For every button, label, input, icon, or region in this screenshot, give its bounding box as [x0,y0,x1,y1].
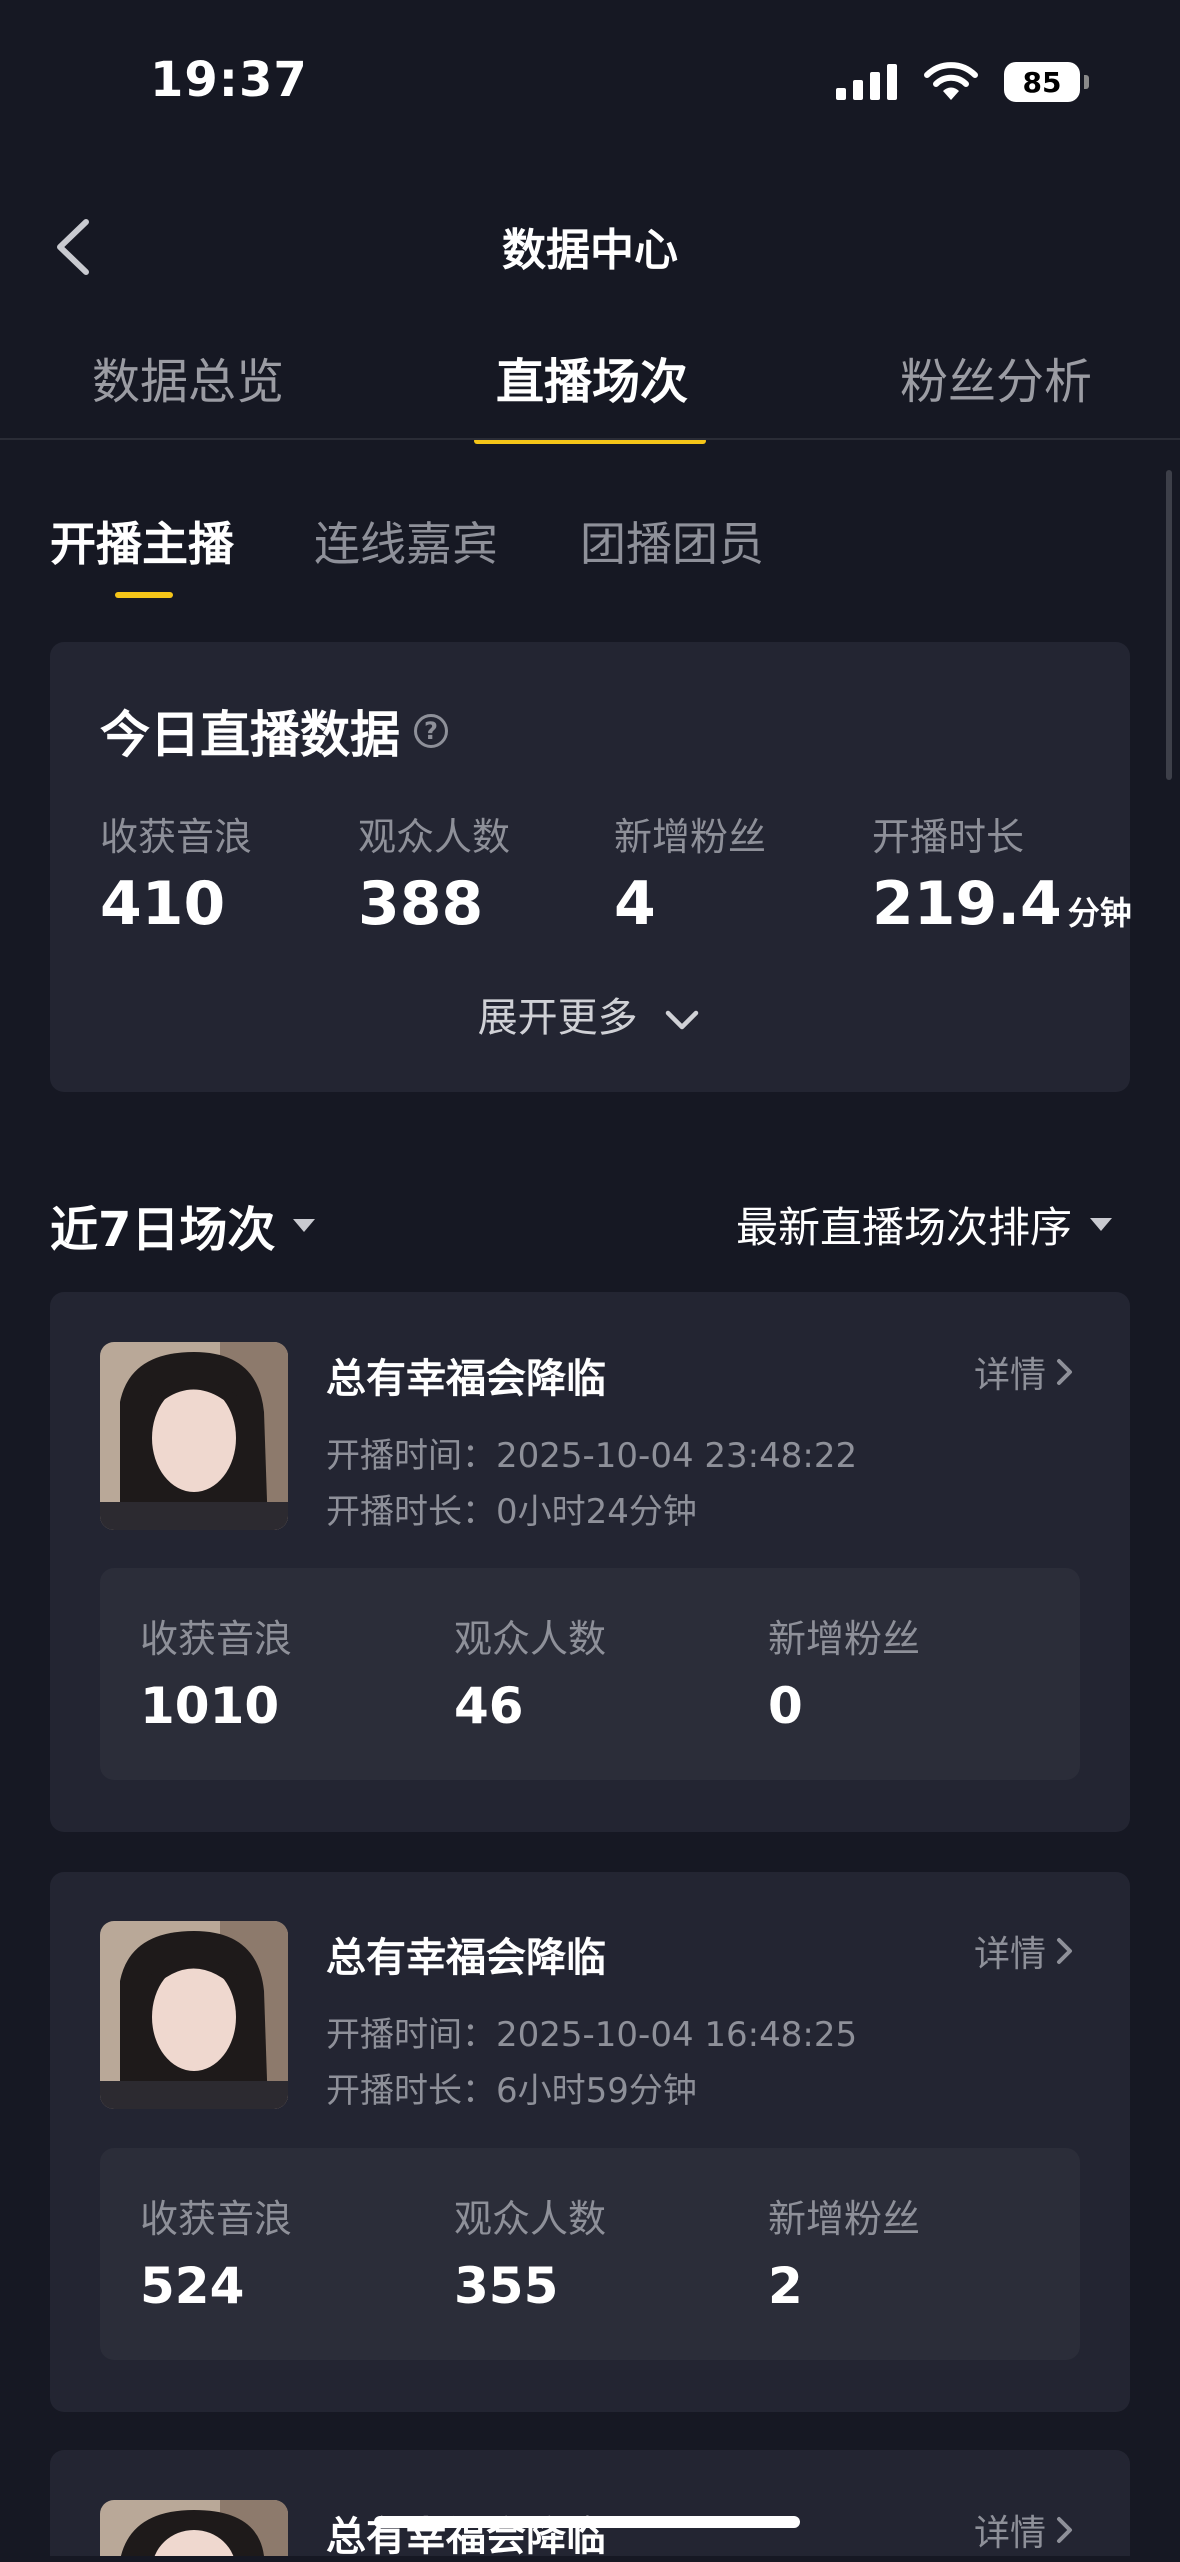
detail-label: 详情 [973,1355,1046,1396]
stat-value: 0 [768,1677,803,1735]
today-title-text: 今日直播数据 [100,706,400,764]
sort-label: 最新直播场次排序 [735,1203,1072,1252]
stat-value: 524 [140,2257,245,2315]
tab-divider [0,438,1180,440]
stat-unit: 分钟 [1067,894,1132,932]
session-detail-link[interactable]: 详情 [974,2504,1074,2556]
chevron-right-icon [1057,1359,1072,1385]
page-title: 数据中心 [502,225,678,276]
stat-new-fans: 新增粉丝 4 [614,806,766,939]
stat-label: 观众人数 [454,1617,607,1661]
wifi-icon [924,62,978,100]
stat-label: 收获音浪 [140,1617,293,1661]
session-stat-viewers: 观众人数 46 [454,1608,606,1735]
detail-label: 详情 [973,2513,1046,2554]
dropdown-triangle-icon [1090,1218,1112,1231]
tab-overview[interactable]: 数据总览 [92,342,284,412]
active-subtab-indicator [115,592,173,598]
detail-label: 详情 [973,1934,1046,1975]
tab-fan-analysis[interactable]: 粉丝分析 [900,342,1092,412]
avatar-image [100,1921,288,2109]
stat-label: 新增粉丝 [768,1617,921,1661]
today-stats-title: 今日直播数据 ? [100,695,448,767]
stat-label: 观众人数 [358,815,511,859]
avatar [100,1921,288,2109]
session-duration: 开播时长：0小时24分钟 [326,1492,697,1532]
stat-value: 46 [454,1677,524,1735]
cellular-signal-icon [836,64,897,100]
avatar-image [100,2500,288,2556]
avatar [100,2500,288,2556]
home-indicator[interactable] [374,2516,800,2528]
stat-value: 388 [358,869,484,939]
scrollbar[interactable] [1166,470,1172,780]
session-name: 总有幸福会降临 [326,2514,606,2560]
date-range-filter[interactable]: 近7日场次 [50,1190,316,1260]
stat-value: 4 [614,869,656,939]
battery-indicator: 85 [1004,62,1089,102]
session-stat-diamonds: 收获音浪 524 [140,2188,292,2315]
subtab-host[interactable]: 开播主播 [50,508,234,574]
session-stat-new-fans: 新增粉丝 0 [768,1608,920,1735]
status-time: 19:37 [150,52,308,108]
session-stat-diamonds: 收获音浪 1010 [140,1608,292,1735]
session-detail-link[interactable]: 详情 [974,1925,1074,1977]
stat-value: 355 [454,2257,559,2315]
chevron-right-icon [1057,1938,1072,1964]
avatar-image [100,1342,288,1530]
session-name: 总有幸福会降临 [326,1356,606,1402]
tab-live-sessions[interactable]: 直播场次 [496,342,688,412]
main-tabs: 数据总览 直播场次 粉丝分析 [0,342,1180,444]
expand-more-button[interactable]: 展开更多 [0,985,1180,1043]
status-icons: 85 [836,62,1089,102]
stat-label: 新增粉丝 [614,815,767,859]
date-range-label: 近7日场次 [50,1202,276,1258]
subtab-group-member[interactable]: 团播团员 [580,508,764,574]
sort-filter[interactable]: 最新直播场次排序 [736,1194,1112,1255]
stat-value: 219.4 [872,869,1062,939]
chevron-right-icon [1057,2517,1072,2543]
session-start-time: 开播时间：2025-10-04 23:48:22 [326,1436,858,1476]
stat-label: 收获音浪 [140,2197,293,2241]
dropdown-triangle-icon [293,1218,316,1232]
avatar [100,1342,288,1530]
subtab-guest[interactable]: 连线嘉宾 [314,508,498,574]
stat-value: 410 [100,869,226,939]
stat-live-duration: 开播时长 219.4 分钟 [872,806,1132,939]
stat-label: 开播时长 [872,815,1025,859]
session-stat-new-fans: 新增粉丝 2 [768,2188,920,2315]
stat-value: 1010 [140,1677,280,1735]
chevron-down-icon [666,1010,699,1030]
session-stat-viewers: 观众人数 355 [454,2188,606,2315]
stat-label: 收获音浪 [100,815,253,859]
stat-value: 2 [768,2257,803,2315]
stat-viewers: 观众人数 388 [358,806,510,939]
stat-label: 新增粉丝 [768,2197,921,2241]
stat-diamonds: 收获音浪 410 [100,806,252,939]
session-detail-link[interactable]: 详情 [974,1346,1074,1398]
session-start-time: 开播时间：2025-10-04 16:48:25 [326,2015,858,2055]
stat-label: 观众人数 [454,2197,607,2241]
session-duration: 开播时长：6小时59分钟 [326,2071,697,2111]
expand-more-label: 展开更多 [477,995,638,1041]
session-name: 总有幸福会降临 [326,1935,606,1981]
help-icon[interactable]: ? [414,714,448,748]
